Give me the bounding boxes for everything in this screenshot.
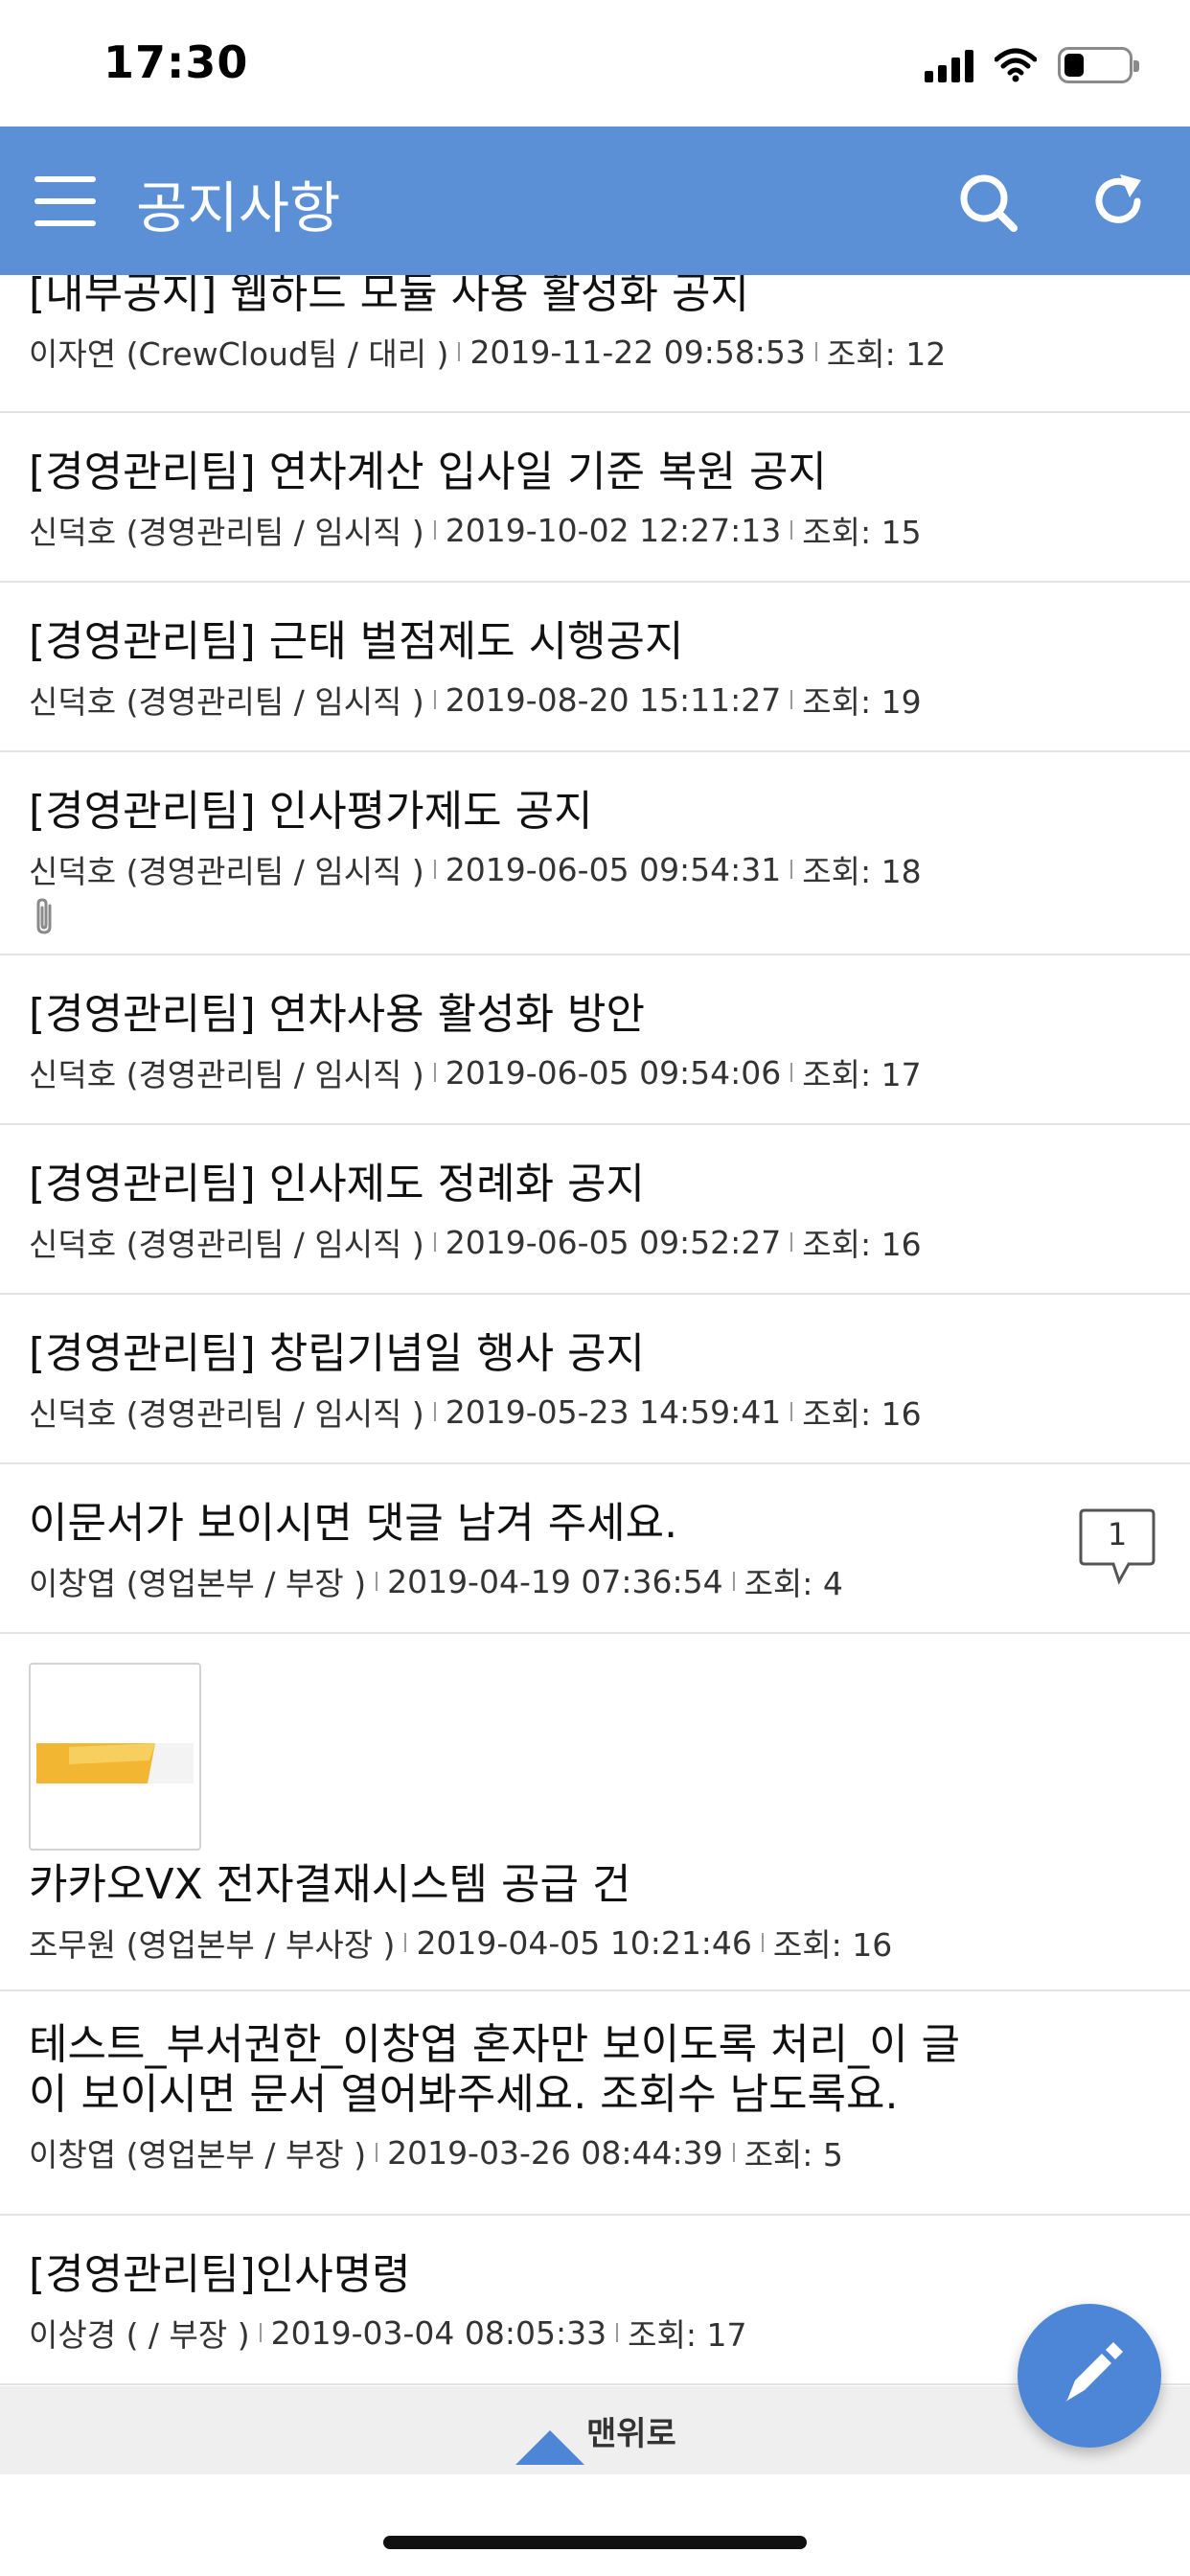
- notice-meta: 이창엽 (영업본부 / 부장 ) 2019-04-19 07:36:54 조회:…: [29, 1558, 1161, 1604]
- notice-meta: 신덕호 (경영관리팀 / 임시직 ) 2019-08-20 15:11:27 조…: [29, 677, 1161, 723]
- arrow-up-icon: [515, 2430, 584, 2465]
- notice-date: 2019-06-05 09:52:27: [445, 1223, 782, 1261]
- comment-count: 1: [1107, 1516, 1128, 1552]
- pencil-icon: [1065, 2342, 1123, 2402]
- list-item[interactable]: [경영관리팀] 연차계산 입사일 기준 복원 공지 신덕호 (경영관리팀 / 임…: [0, 413, 1190, 583]
- notice-author: 조무원 (영업본부 / 부사장 ): [29, 1926, 396, 1964]
- kakao-vx-logo-image: [36, 1743, 194, 1783]
- notice-title: [경영관리팀] 연차계산 입사일 기준 복원 공지: [29, 448, 827, 496]
- notice-date: 2019-08-20 15:11:27: [445, 680, 782, 719]
- notice-meta: 이자연 (CrewCloud팀 / 대리 ) 2019-11-22 09:58:…: [29, 329, 1161, 375]
- notice-author: 이자연 (CrewCloud팀 / 대리 ): [29, 335, 449, 373]
- notice-date: 2019-10-02 12:27:13: [445, 511, 782, 549]
- notice-author: 신덕호 (경영관리팀 / 임시직 ): [29, 1056, 424, 1093]
- list-item[interactable]: [경영관리팀] 연차사용 활성화 방안 신덕호 (경영관리팀 / 임시직 ) 2…: [0, 955, 1190, 1125]
- notice-thumbnail[interactable]: [29, 1663, 201, 1851]
- notice-date: 2019-05-23 14:59:41: [445, 1392, 782, 1431]
- paperclip-icon: [36, 898, 52, 934]
- notice-views: 조회: 5: [744, 2136, 843, 2174]
- list-item[interactable]: 카카오VX 전자결재시스템 공급 건 조무원 (영업본부 / 부사장 ) 201…: [0, 1634, 1190, 1991]
- notice-date: 2019-06-05 09:54:06: [445, 1053, 782, 1092]
- notice-views: 조회: 17: [628, 2316, 747, 2354]
- list-item[interactable]: [내부공지] 웹하드 모듈 사용 활성화 공지 이자연 (CrewCloud팀 …: [0, 275, 1190, 413]
- notice-title: [경영관리팀]인사명령: [29, 2250, 411, 2299]
- notice-author: 이창엽 (영업본부 / 부장 ): [29, 2136, 367, 2174]
- notice-date: 2019-04-05 10:21:46: [416, 1923, 752, 1962]
- refresh-icon[interactable]: [1087, 171, 1149, 232]
- list-item[interactable]: 테스트_부서권한_이창엽 혼자만 보이도록 처리_이 글이 보이시면 문서 열어…: [0, 1991, 1190, 2216]
- scroll-to-top-label: 맨위로: [586, 2415, 676, 2453]
- hamburger-icon[interactable]: [34, 176, 96, 226]
- notice-author: 신덕호 (경영관리팀 / 임시직 ): [29, 1395, 424, 1433]
- notice-author: 이창엽 (영업본부 / 부장 ): [29, 1565, 367, 1602]
- notice-views: 조회: 19: [802, 683, 922, 721]
- notice-views: 조회: 4: [744, 1565, 843, 1602]
- notice-title: [경영관리팀] 인사제도 정례화 공지: [29, 1160, 646, 1208]
- notice-views: 조회: 16: [772, 1926, 893, 1964]
- notice-author: 이상경 ( / 부장 ): [29, 2316, 250, 2354]
- notice-title: 이문서가 보이시면 댓글 남겨 주세요.: [29, 1499, 678, 1548]
- notice-title: [경영관리팀] 인사평가제도 공지: [29, 787, 593, 836]
- notice-title: [경영관리팀] 연차사용 활성화 방안: [29, 990, 646, 1039]
- scroll-to-top-button[interactable]: 맨위로: [0, 2386, 1190, 2474]
- notice-date: 2019-03-04 08:05:33: [270, 2313, 607, 2352]
- list-item[interactable]: 이문서가 보이시면 댓글 남겨 주세요. 이창엽 (영업본부 / 부장 ) 20…: [0, 1464, 1190, 1634]
- notice-title: 카카오VX 전자결재시스템 공급 건: [29, 1860, 631, 1909]
- cellular-signal-icon: [925, 48, 973, 82]
- notice-meta: 이창엽 (영업본부 / 부장 ) 2019-03-26 08:44:39 조회:…: [29, 2129, 1161, 2175]
- status-icons: [925, 42, 1139, 88]
- notice-date: 2019-04-19 07:36:54: [387, 1562, 723, 1600]
- notice-title: 테스트_부서권한_이창엽 혼자만 보이도록 처리_이 글이 보이시면 문서 열어…: [29, 2020, 961, 2119]
- list-item[interactable]: [경영관리팀] 근태 벌점제도 시행공지 신덕호 (경영관리팀 / 임시직 ) …: [0, 583, 1190, 752]
- notice-views: 조회: 18: [802, 853, 922, 890]
- list-item[interactable]: [경영관리팀]인사명령 이상경 ( / 부장 ) 2019-03-04 08:0…: [0, 2216, 1190, 2385]
- notice-meta: 신덕호 (경영관리팀 / 임시직 ) 2019-10-02 12:27:13 조…: [29, 507, 1161, 553]
- status-bar: 17:30: [0, 0, 1190, 126]
- notice-meta: 신덕호 (경영관리팀 / 임시직 ) 2019-06-05 09:54:31 조…: [29, 846, 1161, 892]
- notice-views: 조회: 15: [802, 514, 922, 551]
- notice-meta: 신덕호 (경영관리팀 / 임시직 ) 2019-06-05 09:52:27 조…: [29, 1219, 1161, 1265]
- list-item[interactable]: [경영관리팀] 창립기념일 행사 공지 신덕호 (경영관리팀 / 임시직 ) 2…: [0, 1295, 1190, 1464]
- notice-meta: 신덕호 (경영관리팀 / 임시직 ) 2019-05-23 14:59:41 조…: [29, 1389, 1161, 1435]
- notice-list: [내부공지] 웹하드 모듈 사용 활성화 공지 이자연 (CrewCloud팀 …: [0, 275, 1190, 2385]
- app-header: 공지사항: [0, 126, 1190, 275]
- list-item[interactable]: [경영관리팀] 인사평가제도 공지 신덕호 (경영관리팀 / 임시직 ) 201…: [0, 752, 1190, 955]
- notice-author: 신덕호 (경영관리팀 / 임시직 ): [29, 1226, 424, 1263]
- notice-views: 조회: 12: [826, 335, 947, 373]
- notice-author: 신덕호 (경영관리팀 / 임시직 ): [29, 853, 424, 890]
- notice-title: [경영관리팀] 근태 벌점제도 시행공지: [29, 617, 684, 666]
- notice-meta: 이상경 ( / 부장 ) 2019-03-04 08:05:33 조회: 17: [29, 2310, 1161, 2356]
- write-post-button[interactable]: [1018, 2304, 1161, 2448]
- notice-title: [경영관리팀] 창립기념일 행사 공지: [29, 1329, 646, 1378]
- notice-date: 2019-06-05 09:54:31: [445, 850, 782, 888]
- notice-views: 조회: 16: [802, 1226, 922, 1263]
- notice-author: 신덕호 (경영관리팀 / 임시직 ): [29, 514, 424, 551]
- notice-meta: 신덕호 (경영관리팀 / 임시직 ) 2019-06-05 09:54:06 조…: [29, 1049, 1161, 1095]
- home-indicator: [383, 2536, 807, 2549]
- search-icon[interactable]: [958, 172, 1019, 234]
- notice-date: 2019-11-22 09:58:53: [469, 333, 806, 371]
- wifi-icon: [995, 48, 1037, 82]
- notice-meta: 조무원 (영업본부 / 부사장 ) 2019-04-05 10:21:46 조회…: [29, 1920, 1161, 1966]
- list-item[interactable]: [경영관리팀] 인사제도 정례화 공지 신덕호 (경영관리팀 / 임시직 ) 2…: [0, 1125, 1190, 1295]
- notice-author: 신덕호 (경영관리팀 / 임시직 ): [29, 683, 424, 721]
- notice-date: 2019-03-26 08:44:39: [387, 2133, 723, 2172]
- battery-icon: [1058, 47, 1139, 83]
- notice-views: 조회: 17: [802, 1056, 922, 1093]
- notice-title: [내부공지] 웹하드 모듈 사용 활성화 공지: [29, 275, 749, 318]
- status-time: 17:30: [103, 36, 249, 88]
- comment-count-badge[interactable]: 1: [1079, 1506, 1156, 1587]
- page-title: 공지사항: [136, 175, 341, 241]
- notice-views: 조회: 16: [802, 1395, 922, 1433]
